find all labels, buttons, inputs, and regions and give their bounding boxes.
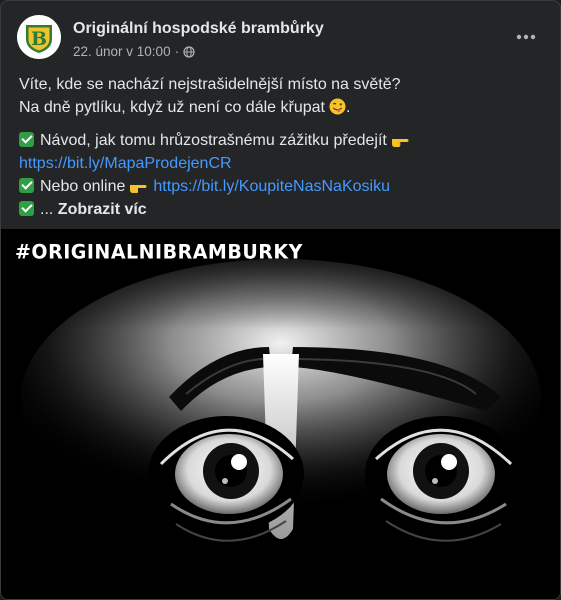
intro-line-1: Víte, kde se nachází nejstrašidelnější m… <box>19 76 401 93</box>
check-mark-icon <box>19 132 34 147</box>
list-item-1: Návod, jak tomu hrůzostrašnému zážitku p… <box>19 129 544 152</box>
list-item-2: Nebo online https://bit.ly/KoupiteNasNaK… <box>19 175 544 198</box>
check-mark-icon <box>19 178 34 193</box>
facebook-post-card: B Originální hospodské brambůrky 22. úno… <box>0 0 561 600</box>
image-hashtag: #ORIGINALNIBRAMBURKY <box>15 240 303 264</box>
check-mark-icon <box>19 201 34 216</box>
post-text: Víte, kde se nachází nejstrašidelnější m… <box>19 73 544 231</box>
svg-text:B: B <box>31 28 47 50</box>
more-options-button[interactable] <box>514 25 538 49</box>
list-item-3: ... Zobrazit víc <box>19 198 544 221</box>
winking-tongue-emoji <box>329 98 346 115</box>
post-header: B Originální hospodské brambůrky 22. úno… <box>17 15 544 65</box>
item-1-text: Návod, jak tomu hrůzostrašnému zážitku p… <box>40 132 387 149</box>
intro-line-2-end: . <box>345 99 351 116</box>
item-2-text: Nebo online <box>40 178 126 195</box>
post-meta: 22. únor v 10:00 · <box>73 44 195 59</box>
post-list: Návod, jak tomu hrůzostrašnému zážitku p… <box>19 129 544 221</box>
post-intro: Víte, kde se nachází nejstrašidelnější m… <box>19 73 544 119</box>
page-name-link[interactable]: Originální hospodské brambůrky <box>73 20 324 38</box>
page-avatar[interactable]: B <box>17 15 61 59</box>
see-more-button[interactable]: Zobrazit víc <box>58 201 147 218</box>
post-image[interactable]: #ORIGINALNIBRAMBURKY <box>1 229 560 599</box>
shop-link[interactable]: https://bit.ly/KoupiteNasNaKosiku <box>153 178 390 195</box>
intro-line-2: Na dně pytlíku, když už není co dále křu… <box>19 96 544 119</box>
pointing-hand-icon <box>130 185 147 193</box>
map-link[interactable]: https://bit.ly/MapaProdejenCR <box>19 152 544 175</box>
brand-logo-icon: B <box>17 15 61 59</box>
globe-icon[interactable] <box>183 45 195 58</box>
scared-eyes-illustration <box>1 229 560 599</box>
intro-line-2-text: Na dně pytlíku, když už není co dále křu… <box>19 99 325 116</box>
more-options-icon <box>516 34 536 40</box>
meta-separator: · <box>174 44 180 59</box>
ellipsis-text: ... <box>40 201 54 218</box>
pointing-hand-icon <box>391 139 409 147</box>
post-date-link[interactable]: 22. únor v 10:00 <box>73 44 171 59</box>
